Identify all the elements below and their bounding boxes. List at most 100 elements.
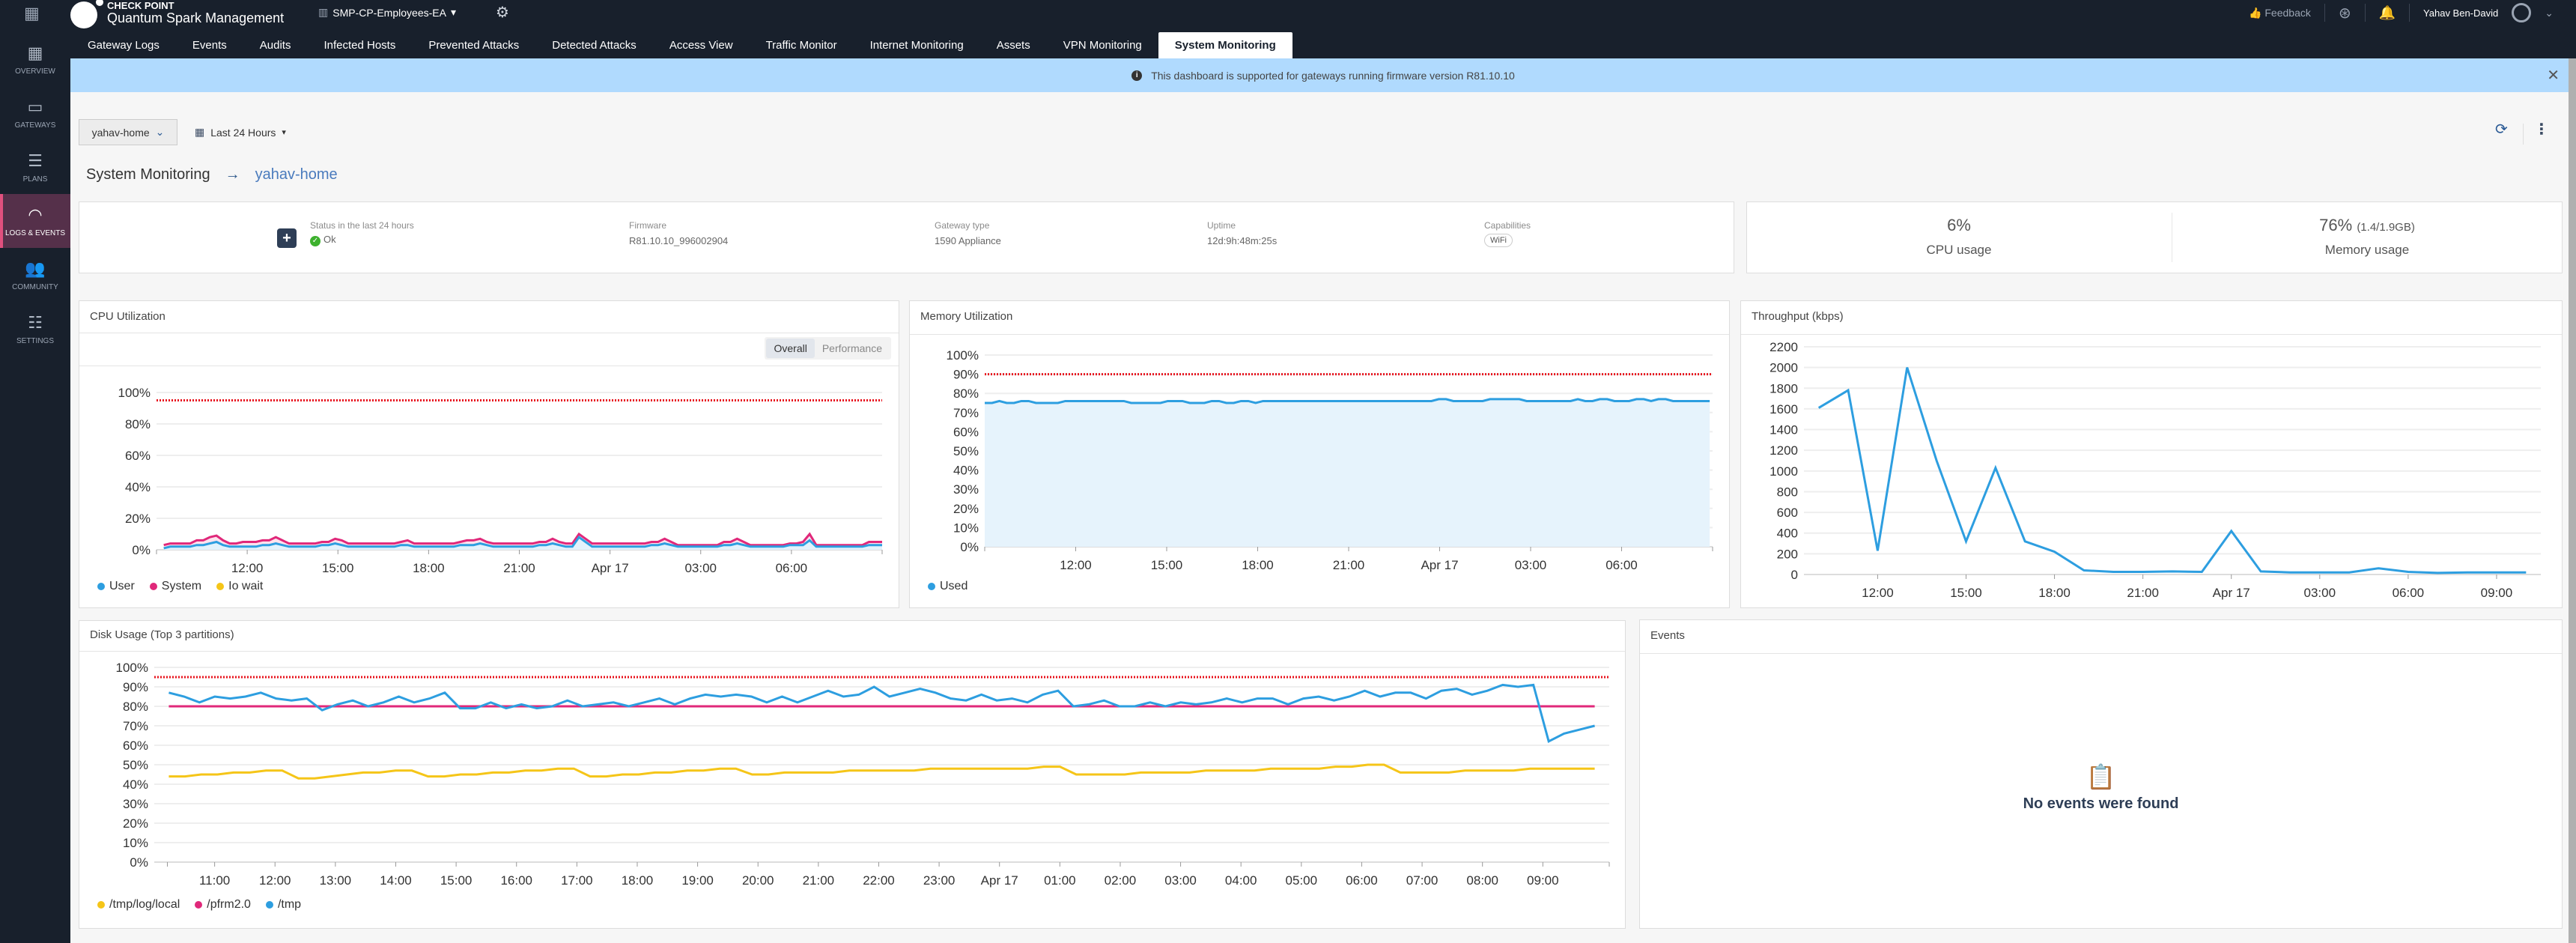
tab-traffic-monitor[interactable]: Traffic Monitor (750, 32, 854, 58)
events-card: Events 📋 No events were found (1639, 619, 2563, 929)
tab-gateway-logs[interactable]: Gateway Logs (71, 32, 176, 58)
tab-prevented-attacks[interactable]: Prevented Attacks (412, 32, 535, 58)
y-tick-label: 40% (123, 777, 148, 792)
x-tick-label: 18:00 (622, 873, 654, 888)
y-tick-label: 800 (1777, 485, 1798, 499)
check-point-logo (70, 0, 103, 28)
sidebar-item-overview[interactable]: ▦ OVERVIEW (0, 32, 70, 86)
legend-dot-icon (97, 583, 105, 590)
y-tick-label: 1200 (1770, 443, 1798, 458)
card-title: Throughput (kbps) (1752, 310, 1844, 323)
y-tick-label: 20% (125, 512, 151, 526)
x-tick-label: 21:00 (1333, 558, 1365, 572)
x-tick-label: 09:00 (1527, 873, 1559, 888)
settings-sliders-icon: ☷ (28, 312, 43, 332)
tmp-line (168, 683, 1595, 743)
divider (2409, 4, 2411, 22)
tab-assets[interactable]: Assets (980, 32, 1047, 58)
time-range-selector[interactable]: ▦ Last 24 Hours ▾ (187, 119, 294, 145)
sidebar-item-community[interactable]: 👥 COMMUNITY (0, 248, 70, 302)
sidebar-item-logs-events[interactable]: ◠ LOGS & EVENTS (0, 194, 70, 248)
y-tick-label: 30% (953, 482, 979, 497)
user-name[interactable]: Yahav Ben-David (2423, 7, 2498, 19)
refresh-icon[interactable]: ⟳ (2495, 120, 2508, 139)
tab-events[interactable]: Events (176, 32, 243, 58)
legend-dot-icon (216, 583, 225, 590)
caret-down-icon: ▾ (450, 6, 456, 18)
x-tick-label: 12:00 (259, 873, 291, 888)
x-tick-label: 06:00 (776, 561, 808, 575)
dashboard-icon: ▦ (27, 43, 43, 62)
x-tick-label: 01:00 (1044, 873, 1076, 888)
gateway-selector[interactable]: yahav-home ⌄ (79, 119, 177, 145)
sidebar-item-label: SETTINGS (16, 336, 54, 345)
x-tick-label: 12:00 (1060, 558, 1092, 572)
app-launcher-icon[interactable]: ▦ (24, 4, 40, 23)
y-tick-label: 80% (953, 386, 979, 401)
legend-item[interactable]: System (149, 580, 201, 593)
legend-dot-icon (97, 901, 105, 909)
tab-internet-monitoring[interactable]: Internet Monitoring (854, 32, 980, 58)
legend-item[interactable]: /tmp/log/local (97, 898, 180, 912)
x-tick-label: 18:00 (413, 561, 445, 575)
sidebar-item-label: COMMUNITY (12, 282, 58, 291)
chevron-down-icon[interactable]: ⌄ (2545, 7, 2554, 19)
legend-dot-icon (149, 583, 157, 590)
cpu-utilization-card: CPU Utilization Overall Performance 0% 20… (79, 300, 899, 608)
x-tick-label: 12:00 (1862, 586, 1894, 600)
tab-vpn-monitoring[interactable]: VPN Monitoring (1047, 32, 1158, 58)
y-tick-label: 1600 (1770, 402, 1798, 416)
y-tick-label: 10% (953, 521, 979, 535)
caret-down-icon: ▾ (282, 128, 286, 137)
feedback-button[interactable]: 👍 Feedback (2249, 7, 2311, 19)
memory-chart: 0% 10% 20% 30% 40% 50% 60% 70% 80% 90% 100% 12:00 15… (947, 348, 1713, 572)
brand-name: CHECK POINT (107, 0, 174, 11)
domain-selector[interactable]: ▥ SMP-CP-Employees-EA ▾ (318, 6, 456, 19)
sidebar-item-label: LOGS & EVENTS (4, 228, 66, 237)
sidebar-item-settings[interactable]: ☷ SETTINGS (0, 302, 70, 356)
help-lifebuoy-icon[interactable]: ⊛ (2339, 4, 2351, 22)
y-tick-label: 200 (1777, 547, 1798, 561)
info-icon: i (1131, 70, 1143, 81)
main-tabs: Gateway Logs Events Audits Infected Hosts Pr… (71, 32, 1292, 58)
breadcrumb-gateway: yahav-home (255, 166, 338, 183)
breadcrumb-section[interactable]: System Monitoring (86, 166, 210, 184)
close-icon[interactable]: ✕ (2547, 66, 2560, 85)
product-name: Quantum Spark Management (107, 10, 285, 25)
gateway-selector-value: yahav-home (91, 126, 150, 139)
sidebar-item-plans[interactable]: ☰ PLANS (0, 140, 70, 194)
legend-item[interactable]: Used (928, 580, 967, 593)
gear-icon[interactable]: ⚙ (496, 3, 509, 22)
tab-audits[interactable]: Audits (243, 32, 308, 58)
more-options-icon[interactable]: ⋮ (2534, 120, 2549, 139)
tab-infected-hosts[interactable]: Infected Hosts (307, 32, 412, 58)
x-tick-label: 04:00 (1225, 873, 1257, 888)
tab-system-monitoring[interactable]: System Monitoring (1158, 32, 1292, 58)
legend-item[interactable]: /tmp (265, 898, 301, 912)
throughput-card: Throughput (kbps) 0 200 400 600 800 1000 1200 1… (1740, 300, 2563, 608)
toggle-performance[interactable]: Performance (815, 339, 890, 358)
avatar[interactable] (2512, 3, 2532, 22)
y-tick-label: 20% (123, 816, 148, 831)
tab-detected-attacks[interactable]: Detected Attacks (535, 32, 653, 58)
y-tick-label: 50% (953, 444, 979, 458)
legend-item[interactable]: /pfrm2.0 (195, 898, 251, 912)
y-tick-label: 1000 (1770, 464, 1798, 479)
scrollbar[interactable] (2569, 58, 2576, 943)
y-tick-label: 50% (123, 758, 148, 772)
x-tick-label: 18:00 (2038, 586, 2071, 600)
building-icon: ▥ (318, 6, 329, 18)
x-tick-label: 03:00 (1164, 873, 1197, 888)
y-tick-label: 40% (125, 480, 151, 494)
sidebar-item-gateways[interactable]: ▭ GATEWAYS (0, 86, 70, 140)
tab-access-view[interactable]: Access View (653, 32, 750, 58)
chart-legend: Used (928, 580, 967, 593)
y-tick-label: 0 (1791, 568, 1798, 582)
legend-item[interactable]: Io wait (216, 580, 263, 593)
legend-label: Used (940, 580, 968, 592)
notifications-bell-icon[interactable]: 🔔 (2379, 5, 2396, 21)
legend-item[interactable]: User (97, 580, 135, 593)
x-tick-label: Apr 17 (981, 873, 1018, 888)
toggle-overall[interactable]: Overall (766, 339, 815, 358)
breadcrumb: System Monitoring → yahav-home (86, 166, 338, 184)
